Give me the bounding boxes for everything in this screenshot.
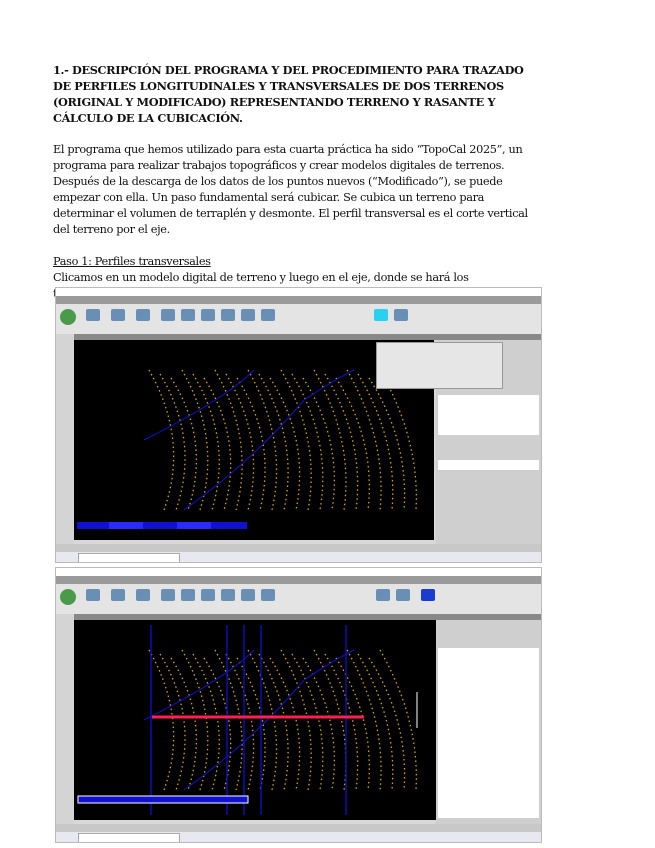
window-titlebar	[56, 288, 541, 296]
scale-bar	[77, 795, 249, 804]
contour-line	[368, 377, 406, 511]
contour-line	[236, 377, 266, 511]
scale-bar-segment	[109, 522, 143, 529]
contour-line	[247, 369, 278, 511]
contour-line	[379, 649, 418, 791]
contour-line	[291, 373, 324, 511]
menu-bar	[56, 576, 541, 584]
layer-tree	[438, 648, 539, 818]
axis-line	[143, 369, 255, 441]
step1-title: Paso 1: Perfiles transversales	[53, 255, 211, 268]
right-panel	[376, 340, 541, 544]
contour-line	[291, 653, 324, 791]
intro-paragraph: El programa que hemos utilizado para est…	[53, 143, 528, 236]
taskbar	[56, 552, 541, 562]
terrain-drawing	[77, 625, 418, 815]
ribbon-toolbar	[56, 584, 541, 614]
cad-viewport	[74, 620, 436, 820]
contour-line	[335, 377, 370, 511]
screenshot-topocal-1	[55, 287, 542, 563]
contour-line	[225, 373, 255, 511]
taskbar	[56, 832, 541, 842]
scale-bar	[77, 522, 247, 529]
contour-line	[159, 653, 186, 791]
left-toolbar	[56, 334, 74, 544]
axis-line	[183, 649, 355, 791]
contour-line	[269, 657, 301, 791]
contour-line	[181, 369, 209, 511]
contour-line	[170, 657, 197, 791]
document-text: 1.- DESCRIPCIÓN DEL PROGRAMA Y DEL PROCE…	[53, 62, 543, 302]
contour-line	[170, 377, 197, 511]
contour-line	[368, 657, 406, 791]
axis-line	[183, 369, 355, 511]
taskbar-search	[78, 833, 180, 842]
right-panel	[436, 620, 541, 824]
axis-line	[143, 649, 255, 721]
contour-line	[379, 369, 418, 511]
left-toolbar	[56, 614, 74, 824]
contour-line	[159, 373, 186, 511]
screenshot-topocal-2	[55, 567, 542, 843]
menu-bar	[56, 296, 541, 304]
contour-line	[247, 649, 278, 791]
contour-line	[148, 649, 175, 791]
taskbar-search	[78, 553, 180, 562]
status-bar	[56, 544, 541, 552]
section-heading: 1.- DESCRIPCIÓN DEL PROGRAMA Y DEL PROCE…	[53, 63, 524, 125]
contour-line	[269, 377, 301, 511]
contour-line	[335, 657, 370, 791]
contour-line	[225, 653, 255, 791]
status-bar	[56, 824, 541, 832]
ribbon-toolbar	[56, 304, 541, 334]
contour-line	[181, 649, 209, 791]
tooltip-popup	[376, 342, 503, 389]
contour-line	[148, 369, 175, 511]
window-titlebar	[56, 568, 541, 576]
scale-bar-segment	[177, 522, 211, 529]
contour-line	[203, 377, 232, 511]
